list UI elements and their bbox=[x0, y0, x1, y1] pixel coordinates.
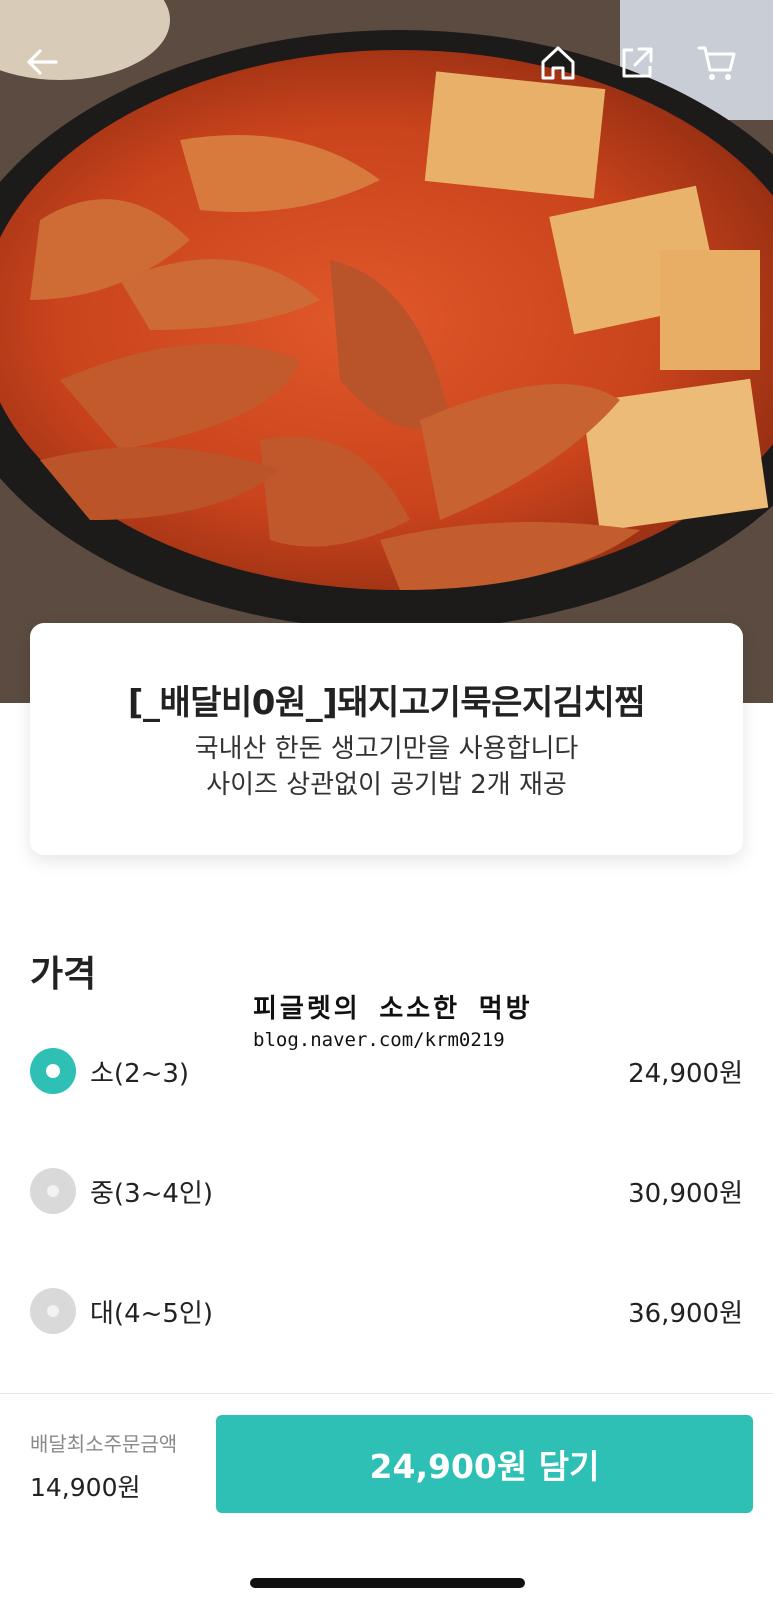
add-to-cart-button[interactable]: 24,900원 담기 bbox=[216, 1415, 753, 1513]
price-section-title: 가격 bbox=[30, 945, 96, 997]
product-info-card: [_배달비0원_]돼지고기묵은지김치찜 국내산 한돈 생고기만을 사용합니다 사… bbox=[30, 623, 743, 855]
radio-button[interactable] bbox=[30, 1168, 76, 1214]
watermark-line-1: 피글렛의 소소한 먹방 bbox=[253, 988, 533, 1025]
option-price: 30,900원 bbox=[628, 1173, 743, 1210]
share-button[interactable] bbox=[619, 44, 671, 96]
home-button[interactable] bbox=[539, 44, 591, 96]
price-option-medium[interactable]: 중(3~4인) 30,900원 bbox=[30, 1163, 743, 1219]
min-order-value: 14,900원 bbox=[30, 1468, 140, 1504]
description-line-1: 국내산 한돈 생고기만을 사용합니다 bbox=[30, 731, 743, 767]
footer-divider bbox=[0, 1393, 773, 1394]
radio-dot bbox=[47, 1305, 59, 1317]
product-title: [_배달비0원_]돼지고기묵은지김치찜 bbox=[30, 675, 743, 724]
back-arrow-icon bbox=[24, 44, 60, 80]
min-order-label: 배달최소주문금액 bbox=[30, 1428, 177, 1457]
product-description: 국내산 한돈 생고기만을 사용합니다 사이즈 상관없이 공기밥 2개 재공 bbox=[30, 731, 743, 803]
home-icon bbox=[539, 44, 577, 82]
radio-dot bbox=[47, 1185, 59, 1197]
back-button[interactable] bbox=[24, 44, 76, 96]
blog-watermark: 피글렛의 소소한 먹방 blog.naver.com/krm0219 bbox=[253, 988, 533, 1051]
option-label: 소(2~3) bbox=[90, 1053, 189, 1090]
food-photo bbox=[0, 0, 773, 703]
option-label: 중(3~4인) bbox=[90, 1173, 213, 1210]
price-option-small[interactable]: 소(2~3) 24,900원 bbox=[30, 1043, 743, 1099]
radio-button[interactable] bbox=[30, 1288, 76, 1334]
home-indicator bbox=[250, 1578, 525, 1588]
share-icon bbox=[619, 44, 655, 80]
description-line-2: 사이즈 상관없이 공기밥 2개 재공 bbox=[30, 767, 743, 803]
radio-button-selected[interactable] bbox=[30, 1048, 76, 1094]
radio-dot bbox=[46, 1064, 60, 1078]
price-option-large[interactable]: 대(4~5인) 36,900원 bbox=[30, 1283, 743, 1339]
option-price: 36,900원 bbox=[628, 1293, 743, 1330]
cart-button[interactable] bbox=[697, 44, 749, 96]
option-price: 24,900원 bbox=[628, 1053, 743, 1090]
cart-icon bbox=[697, 44, 737, 82]
option-label: 대(4~5인) bbox=[90, 1293, 213, 1330]
product-hero-image bbox=[0, 0, 773, 703]
